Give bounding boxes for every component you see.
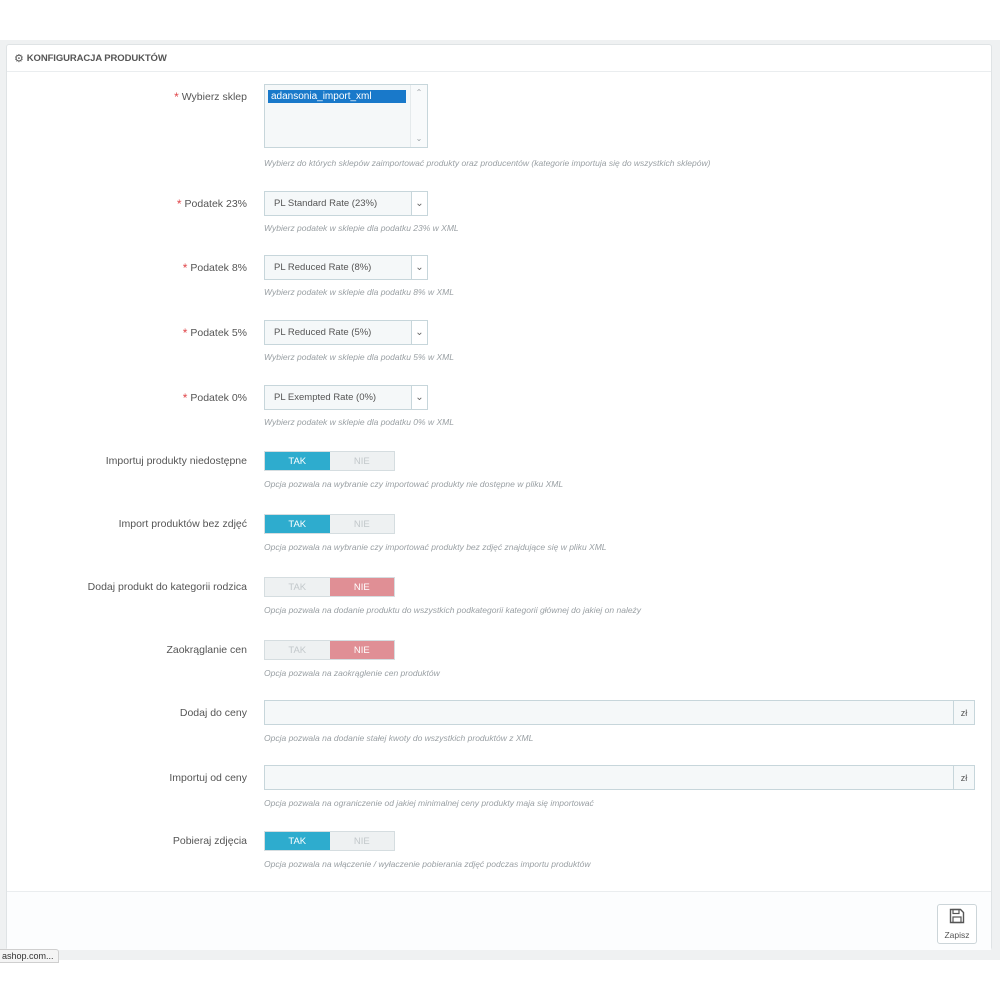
min-price-help: Opcja pozwala na ograniczenie od jakiej … (264, 798, 594, 808)
save-button-label: Zapisz (944, 930, 970, 940)
tax8-select[interactable]: PL Reduced Rate (8%) ⌄ (264, 255, 428, 280)
no-images-help: Opcja pozwala na wybranie czy importować… (264, 542, 607, 552)
panel-footer: Zapisz (7, 891, 991, 950)
tax5-select[interactable]: PL Reduced Rate (5%) ⌄ (264, 320, 428, 345)
required-asterisk: * (182, 261, 188, 275)
unavailable-switch[interactable]: TAK NIE (264, 451, 395, 471)
panel-title: KONFIGURACJA PRODUKTÓW (26, 52, 167, 64)
add-price-label: Dodaj do ceny (179, 707, 247, 719)
rounding-switch[interactable]: TAK NIE (264, 640, 395, 660)
tax23-select[interactable]: PL Standard Rate (23%) ⌄ (264, 191, 428, 216)
parent-category-label: Dodaj produkt do kategorii rodzica (87, 581, 247, 593)
parent-category-switch-yes[interactable]: TAK (265, 578, 330, 596)
fetch-images-switch-yes[interactable]: TAK (265, 832, 330, 850)
required-asterisk: * (174, 90, 179, 104)
tax23-help: Wybierz podatek w sklepie dla podatku 23… (264, 223, 459, 233)
save-button[interactable]: Zapisz (937, 904, 977, 944)
required-asterisk: * (176, 197, 182, 211)
chevron-down-icon[interactable]: ⌄ (411, 321, 427, 344)
tax0-label: * Podatek 0% (182, 391, 247, 405)
shop-option-selected[interactable]: adansonia_import_xml (268, 90, 406, 103)
required-asterisk: * (182, 326, 188, 340)
tax5-label: * Podatek 5% (182, 326, 247, 340)
unavailable-switch-no[interactable]: NIE (330, 452, 395, 470)
products-config-panel: ⚙ KONFIGURACJA PRODUKTÓW * Wybierz sklep… (6, 44, 992, 950)
no-images-switch[interactable]: TAK NIE (264, 514, 395, 534)
parent-category-switch-no[interactable]: NIE (329, 578, 394, 596)
browser-status-bar: ashop.com... (0, 949, 59, 963)
chevron-up-icon[interactable]: ⌃ (411, 88, 427, 98)
parent-category-switch[interactable]: TAK NIE (264, 577, 395, 597)
tax23-label: * Podatek 23% (176, 197, 247, 211)
chevron-down-icon[interactable]: ⌄ (411, 386, 427, 409)
add-price-currency: zł (953, 701, 974, 724)
min-price-input[interactable]: zł (264, 765, 975, 790)
shop-label: * Wybierz sklep (174, 90, 247, 104)
add-price-help: Opcja pozwala na dodanie stałej kwoty do… (264, 733, 534, 743)
rounding-help: Opcja pozwala na zaokrąglenie cen produk… (264, 668, 440, 678)
tax8-help: Wybierz podatek w sklepie dla podatku 8%… (264, 287, 454, 297)
fetch-images-switch-no[interactable]: NIE (330, 832, 395, 850)
min-price-label: Importuj od ceny (169, 772, 247, 784)
floppy-disk-icon (949, 908, 965, 928)
tax8-label: * Podatek 8% (182, 261, 247, 275)
no-images-switch-no[interactable]: NIE (330, 515, 395, 533)
tax0-help: Wybierz podatek w sklepie dla podatku 0%… (264, 417, 454, 427)
chevron-down-icon[interactable]: ⌄ (411, 192, 427, 215)
unavailable-label: Importuj produkty niedostępne (105, 455, 247, 467)
cogs-icon: ⚙ (14, 52, 24, 65)
tax5-help: Wybierz podatek w sklepie dla podatku 5%… (264, 352, 454, 362)
tax0-select[interactable]: PL Exempted Rate (0%) ⌄ (264, 385, 428, 410)
shop-help: Wybierz do których sklepów zaimportować … (264, 158, 711, 168)
shop-multiselect[interactable]: adansonia_import_xml ⌃ ⌄ (264, 84, 428, 148)
chevron-down-icon[interactable]: ⌄ (411, 134, 427, 144)
panel-heading: ⚙ KONFIGURACJA PRODUKTÓW (7, 45, 991, 72)
rounding-label: Zaokrąglanie cen (166, 644, 247, 656)
required-asterisk: * (182, 391, 188, 405)
no-images-switch-yes[interactable]: TAK (265, 515, 330, 533)
chevron-down-icon[interactable]: ⌄ (411, 256, 427, 279)
parent-category-help: Opcja pozwala na dodanie produktu do wsz… (264, 605, 642, 615)
rounding-switch-no[interactable]: NIE (329, 641, 394, 659)
fetch-images-label: Pobieraj zdjęcia (172, 835, 247, 847)
add-price-input[interactable]: zł (264, 700, 975, 725)
fetch-images-switch[interactable]: TAK NIE (264, 831, 395, 851)
min-price-currency: zł (953, 766, 974, 789)
rounding-switch-yes[interactable]: TAK (265, 641, 330, 659)
shop-list-scrollbar[interactable]: ⌃ ⌄ (410, 85, 427, 147)
unavailable-help: Opcja pozwala na wybranie czy importować… (264, 479, 564, 489)
unavailable-switch-yes[interactable]: TAK (265, 452, 330, 470)
fetch-images-help: Opcja pozwala na włączenie / wyłaczenie … (264, 859, 591, 869)
no-images-label: Import produktów bez zdjęć (118, 518, 247, 530)
